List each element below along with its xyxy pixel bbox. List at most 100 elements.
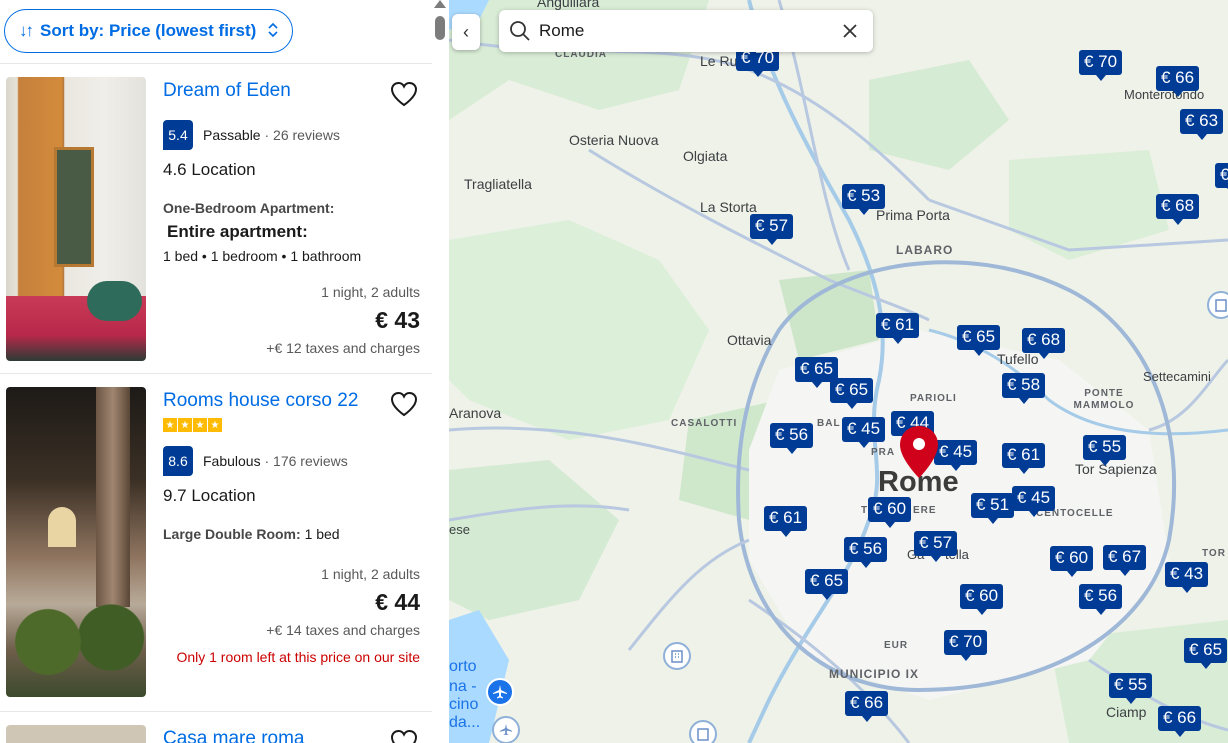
room-type-label: Large Double Room:	[163, 526, 301, 542]
star-rating: ★ ★ ★ ★	[163, 418, 420, 432]
heart-icon[interactable]	[390, 729, 418, 743]
listing-photo[interactable]	[6, 725, 146, 743]
price-pin[interactable]: € 53	[842, 184, 886, 215]
price-pin[interactable]: € 55	[1083, 435, 1127, 466]
price-pin[interactable]: € 65	[1184, 638, 1228, 669]
price-pin[interactable]: € 65	[830, 378, 874, 409]
listing-title[interactable]: Rooms house corso 22	[163, 390, 420, 412]
airport-icon[interactable]	[486, 678, 514, 706]
nights-adults: 1 night, 2 adults	[321, 566, 420, 582]
star-icon: ★	[193, 418, 207, 432]
price-pin[interactable]: € 70	[944, 630, 988, 661]
heart-icon[interactable]	[390, 81, 418, 107]
price-pin[interactable]: € 56	[770, 423, 814, 454]
close-icon	[843, 24, 857, 38]
price-pin[interactable]: € 65	[957, 325, 1001, 356]
sort-label: Sort by: Price (lowest first)	[40, 21, 257, 40]
building-icon[interactable]	[689, 720, 717, 743]
price-pin[interactable]: € 60	[960, 584, 1004, 615]
listing-photo[interactable]	[6, 77, 146, 361]
building-icon[interactable]	[1207, 291, 1228, 319]
price-pin[interactable]: € 45	[1012, 486, 1056, 517]
price-pin[interactable]: € 68	[1022, 328, 1066, 359]
room-type: Large Double Room: 1 bed	[163, 526, 420, 542]
listing-info: Casa mare roma	[146, 725, 420, 743]
taxes: +€ 12 taxes and charges	[266, 340, 420, 356]
review-score: 5.4	[163, 120, 193, 150]
review-count: · 176 reviews	[264, 453, 348, 469]
price-pin[interactable]: € 66	[1156, 66, 1200, 97]
map-label: Prima Porta	[876, 207, 950, 223]
map-label: na -	[449, 678, 477, 695]
list-scrollbar[interactable]	[432, 0, 448, 743]
price-pin[interactable]: € 68	[1156, 194, 1200, 225]
photo-detail	[48, 507, 76, 547]
map-search-box	[499, 10, 873, 52]
map-label: ERE	[913, 505, 937, 516]
map-label: TOR BE	[1202, 548, 1228, 559]
photo-detail	[96, 387, 130, 607]
listing-card[interactable]: Casa mare roma	[0, 712, 432, 743]
price-pin[interactable]: € 70	[1079, 50, 1123, 81]
price-pin[interactable]: € 60	[868, 497, 912, 528]
taxes: +€ 14 taxes and charges	[266, 622, 420, 638]
price-pin[interactable]: € 58	[1002, 373, 1046, 404]
location-score: 4.6 Location	[163, 160, 256, 179]
price-pin[interactable]: € 57	[914, 531, 958, 562]
map[interactable]: Anguillara CLAUDIA Le Ru Osteria Nuova O…	[449, 0, 1228, 743]
price-pin[interactable]: € 63	[1180, 109, 1224, 140]
review-row: 8.6 Fabulous · 176 reviews	[163, 446, 420, 476]
heart-icon[interactable]	[390, 391, 418, 417]
price-pin[interactable]: € 61	[876, 313, 920, 344]
collapse-list-button[interactable]: ‹	[452, 14, 480, 50]
map-label: PONTE MAMMOLO	[1073, 388, 1135, 411]
price-pin[interactable]: € 51	[971, 493, 1015, 524]
price-pin[interactable]: € 45	[842, 417, 886, 448]
review-score: 8.6	[163, 446, 193, 476]
price-pin[interactable]: € 60	[1050, 546, 1094, 577]
scroll-up-arrow[interactable]	[434, 0, 446, 8]
map-background	[449, 0, 1228, 743]
map-label: Aranova	[449, 405, 502, 421]
app-root: ↓↑ Sort by: Price (lowest first) Dream o…	[0, 0, 1228, 743]
price-pin[interactable]: € 66	[1158, 706, 1202, 737]
listing-card[interactable]: Rooms house corso 22 ★ ★ ★ ★ 8.6 Fabulou…	[0, 374, 432, 712]
room-subtype: Entire apartment:	[167, 222, 308, 241]
sort-arrows-icon: ↓↑	[19, 21, 34, 40]
price-block: 1 night, 2 adults € 44 +€ 14 taxes and c…	[163, 566, 420, 669]
location-marker-icon[interactable]	[897, 424, 941, 480]
chevron-left-icon: ‹	[463, 21, 469, 42]
clear-search-button[interactable]	[839, 20, 861, 42]
listing-photo[interactable]	[6, 387, 146, 697]
sort-bar: ↓↑ Sort by: Price (lowest first)	[0, 0, 432, 64]
search-icon	[510, 21, 530, 41]
price-pin[interactable]: € 57	[750, 214, 794, 245]
building-icon[interactable]	[663, 642, 691, 670]
scrollbar-thumb[interactable]	[435, 16, 445, 40]
review-summary: Passable · 26 reviews	[203, 127, 340, 143]
listing-info: Rooms house corso 22 ★ ★ ★ ★ 8.6 Fabulou…	[146, 387, 420, 699]
price-pin[interactable]: € 56	[844, 537, 888, 568]
price-pin[interactable]: € 55	[1109, 673, 1153, 704]
map-label: Ottavia	[727, 332, 772, 348]
price-pin[interactable]: € 67	[1103, 545, 1147, 576]
review-summary: Fabulous · 176 reviews	[203, 453, 348, 469]
sort-button[interactable]: ↓↑ Sort by: Price (lowest first)	[4, 9, 294, 53]
location-score: 9.7 Location	[163, 486, 256, 505]
price: € 43	[375, 307, 420, 333]
listing-card[interactable]: Dream of Eden 5.4 Passable · 26 reviews …	[0, 64, 432, 374]
listing-title[interactable]: Dream of Eden	[163, 80, 420, 102]
map-search-input[interactable]	[539, 21, 839, 41]
airport-icon[interactable]	[492, 716, 520, 743]
price-pin[interactable]: € 65	[805, 569, 849, 600]
price-pin[interactable]: € 6	[1215, 163, 1228, 194]
price-pin[interactable]: € 43	[1165, 562, 1209, 593]
price-pin[interactable]: € 61	[764, 506, 808, 537]
price-pin[interactable]: € 61	[1002, 443, 1046, 474]
price-pin[interactable]: € 56	[1079, 584, 1123, 615]
map-label: EUR	[884, 640, 909, 651]
room-details: 1 bed • 1 bedroom • 1 bathroom	[163, 248, 362, 264]
price-pin[interactable]: € 66	[845, 691, 889, 722]
listing-title[interactable]: Casa mare roma	[163, 728, 420, 743]
photo-detail	[87, 281, 142, 321]
